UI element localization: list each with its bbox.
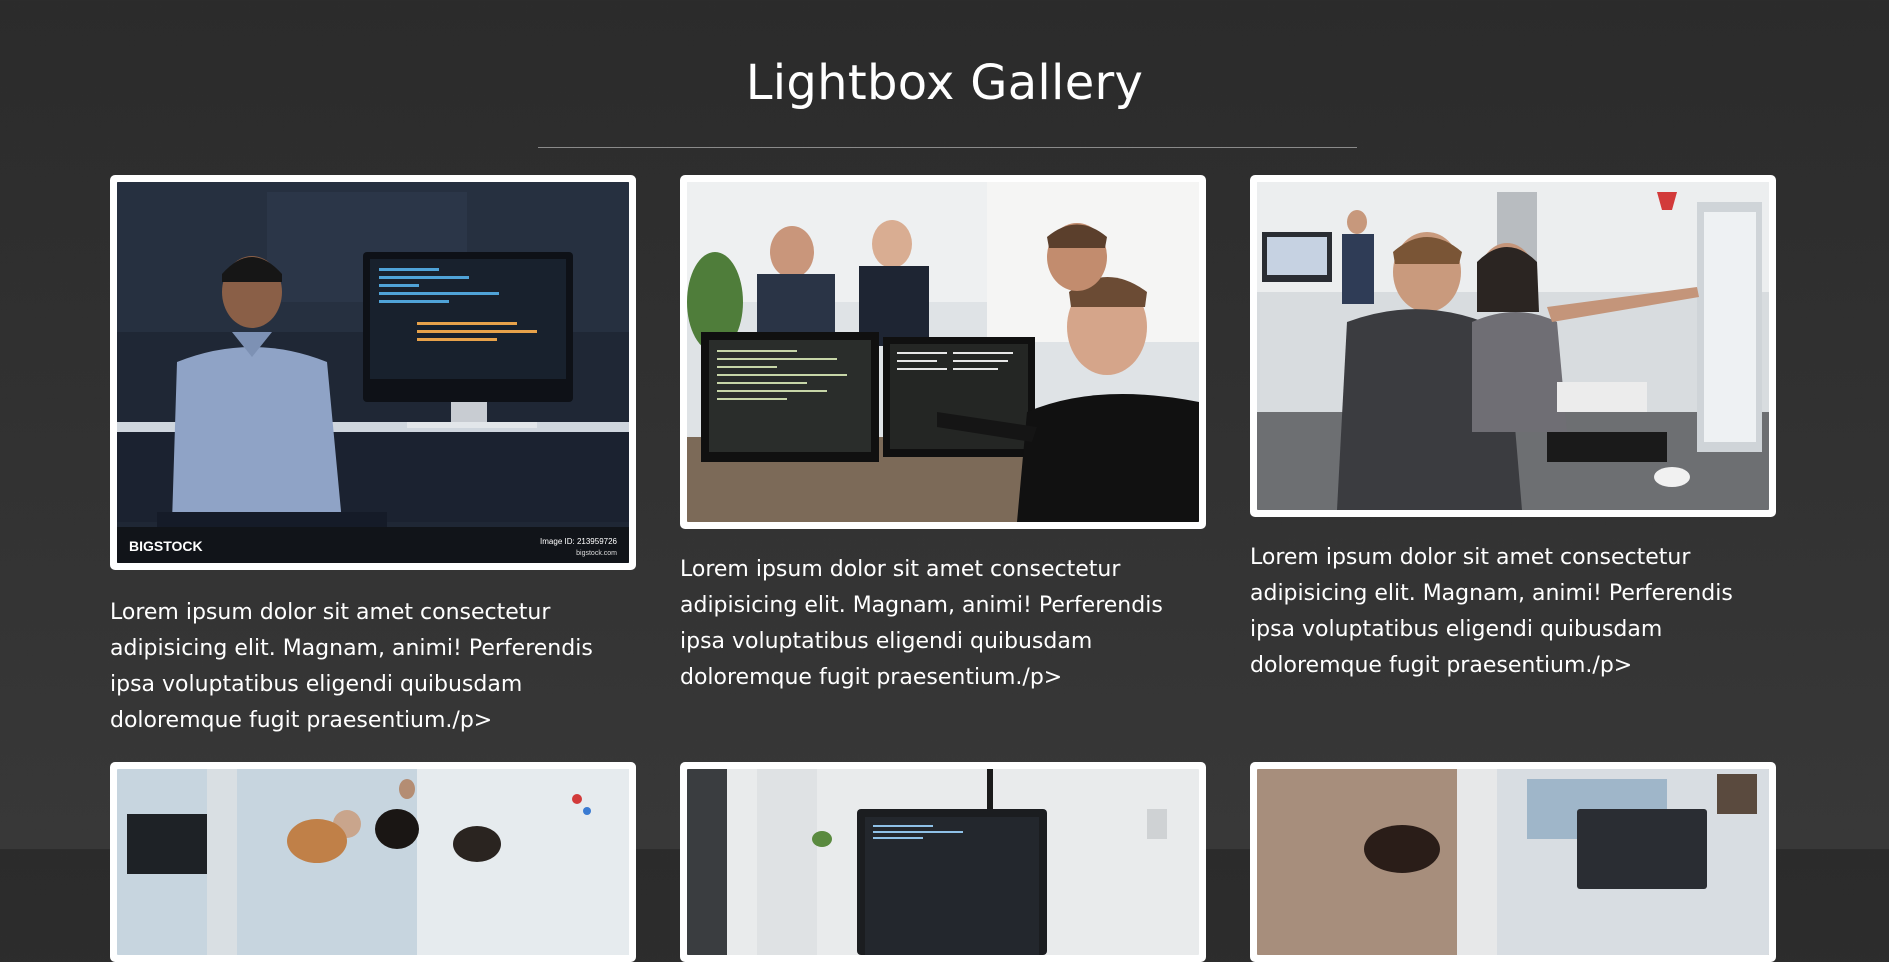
gallery-thumbnail[interactable]: [680, 175, 1206, 529]
gallery-card: BIGSTOCK Image ID: 213959726 bigstock.co…: [110, 175, 636, 739]
title-divider: [538, 147, 1357, 148]
page-title: Lightbox Gallery: [745, 55, 1144, 111]
gallery-thumbnail[interactable]: [680, 762, 1206, 962]
gallery-thumbnail[interactable]: [110, 762, 636, 962]
workspace-monitor-photo: [1257, 769, 1769, 955]
gallery-thumbnail[interactable]: [1250, 762, 1776, 962]
laptop-coding-photo: [687, 769, 1199, 955]
gallery-thumbnail[interactable]: [1250, 175, 1776, 517]
card-caption: Lorem ipsum dolor sit amet consectetur a…: [1250, 545, 1733, 678]
team-code-review-photo: [687, 182, 1199, 522]
gallery-card: [680, 762, 1206, 962]
watermark-site: bigstock.com: [576, 550, 617, 557]
watermark-brand: BIGSTOCK: [129, 538, 203, 554]
gallery-card: Lorem ipsum dolor sit amet consectetur a…: [1250, 175, 1776, 684]
open-office-team-photo: [117, 769, 629, 955]
developer-at-desk-photo: BIGSTOCK Image ID: 213959726 bigstock.co…: [117, 182, 629, 563]
gallery-thumbnail[interactable]: BIGSTOCK Image ID: 213959726 bigstock.co…: [110, 175, 636, 570]
card-caption: Lorem ipsum dolor sit amet consectetur a…: [110, 600, 593, 733]
office-coworkers-photo: [1257, 182, 1769, 510]
gallery-card: [1250, 762, 1776, 962]
card-caption: Lorem ipsum dolor sit amet consectetur a…: [680, 557, 1163, 690]
watermark-id: Image ID: 213959726: [540, 537, 617, 546]
gallery-card: Lorem ipsum dolor sit amet consectetur a…: [680, 175, 1206, 696]
gallery-card: [110, 762, 636, 962]
